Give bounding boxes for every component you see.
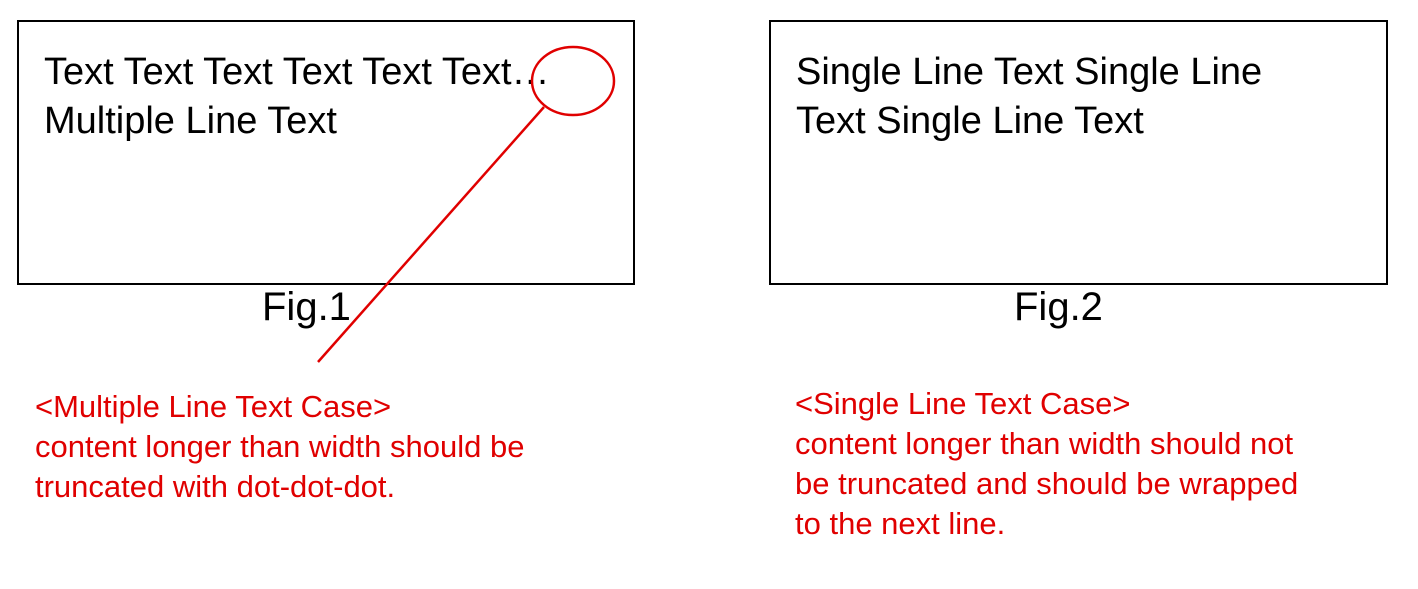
fig1-note-line-1: content longer than width should be	[35, 429, 525, 464]
fig2-caption: Fig.2	[1014, 285, 1103, 329]
fig1-line-2: Multiple Line Text	[44, 100, 337, 142]
fig2-note-line-2: be truncated and should be wrapped	[795, 466, 1299, 501]
fig2-line-1: Single Line Text Single Line	[796, 51, 1263, 93]
fig1-line-1: Text Text Text Text Text Text…	[44, 51, 550, 93]
fig2-note: <Single Line Text Case> content longer t…	[795, 384, 1298, 544]
fig1-note-heading: <Multiple Line Text Case>	[35, 389, 392, 424]
fig1-textbox: Text Text Text Text Text Text… Multiple …	[17, 20, 635, 285]
fig1-note-line-2: truncated with dot-dot-dot.	[35, 469, 396, 504]
fig2-note-heading: <Single Line Text Case>	[795, 386, 1131, 421]
fig2-note-line-1: content longer than width should not	[795, 426, 1294, 461]
fig2-line-2: Text Single Line Text	[796, 100, 1144, 142]
fig1-caption: Fig.1	[262, 285, 351, 329]
fig2-textbox: Single Line Text Single Line Text Single…	[769, 20, 1388, 285]
fig2-note-line-3: to the next line.	[795, 506, 1006, 541]
fig1-note: <Multiple Line Text Case> content longer…	[35, 387, 524, 507]
